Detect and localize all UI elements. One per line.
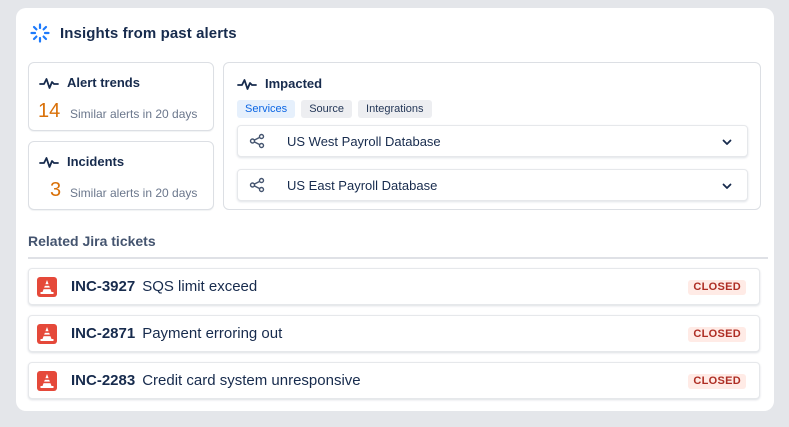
section-divider [28,257,768,259]
pulse-icon [237,78,257,90]
alert-trends-title: Alert trends [67,75,140,90]
service-item-us-east[interactable]: US East Payroll Database [237,169,748,201]
incident-cone-icon [37,323,57,344]
impacted-tabs: Services Source Integrations [237,100,432,118]
ticket-summary: Payment erroring out [142,325,283,342]
incident-cone-icon [37,276,57,297]
alert-trends-subtitle: Similar alerts in 20 days [70,107,198,121]
related-tickets-title: Related Jira tickets [28,233,156,249]
status-badge: CLOSED [688,374,746,389]
opsgenie-burst-icon [30,23,50,43]
card-title: Insights from past alerts [60,24,237,42]
incidents-header: Incidents [39,154,124,169]
pulse-icon [39,156,59,168]
incidents-count: 3 [50,179,62,201]
ticket-row[interactable]: INC-2871 Payment erroring out CLOSED [28,315,760,352]
status-badge: CLOSED [688,280,746,295]
ticket-key[interactable]: INC-2871 [71,325,135,342]
chevron-down-icon[interactable] [721,136,733,148]
incidents-title: Incidents [67,154,125,169]
ticket-summary: Credit card system unresponsive [142,372,361,389]
impacted-header: Impacted [237,76,322,91]
alert-trends-header: Alert trends [39,75,140,90]
service-name: US West Payroll Database [287,133,441,149]
insights-card: Insights from past alerts Alert trends 1… [16,8,774,411]
impacted-panel: Impacted Services Source Integrations US… [223,62,761,210]
pulse-icon [39,77,59,89]
chevron-down-icon[interactable] [721,180,733,192]
tab-source[interactable]: Source [301,100,353,118]
incidents-subtitle: Similar alerts in 20 days [70,186,198,200]
impacted-title: Impacted [265,76,323,91]
card-header: Insights from past alerts [30,22,237,44]
status-badge: CLOSED [688,327,746,342]
incident-cone-icon [37,370,57,391]
alert-trends-count: 14 [38,100,61,122]
ticket-summary: SQS limit exceed [142,278,258,295]
service-graph-icon [249,177,265,193]
service-item-us-west[interactable]: US West Payroll Database [237,125,748,157]
ticket-row[interactable]: INC-3927 SQS limit exceed CLOSED [28,268,760,305]
ticket-key[interactable]: INC-3927 [71,278,135,295]
tab-services[interactable]: Services [237,100,296,118]
alert-trends-panel[interactable]: Alert trends 14 Similar alerts in 20 day… [28,62,214,131]
ticket-key[interactable]: INC-2283 [71,372,135,389]
tab-integrations[interactable]: Integrations [358,100,432,118]
service-graph-icon [249,133,265,149]
ticket-row[interactable]: INC-2283 Credit card system unresponsive… [28,362,760,399]
service-name: US East Payroll Database [287,177,438,193]
incidents-panel[interactable]: Incidents 3 Similar alerts in 20 days [28,141,214,210]
